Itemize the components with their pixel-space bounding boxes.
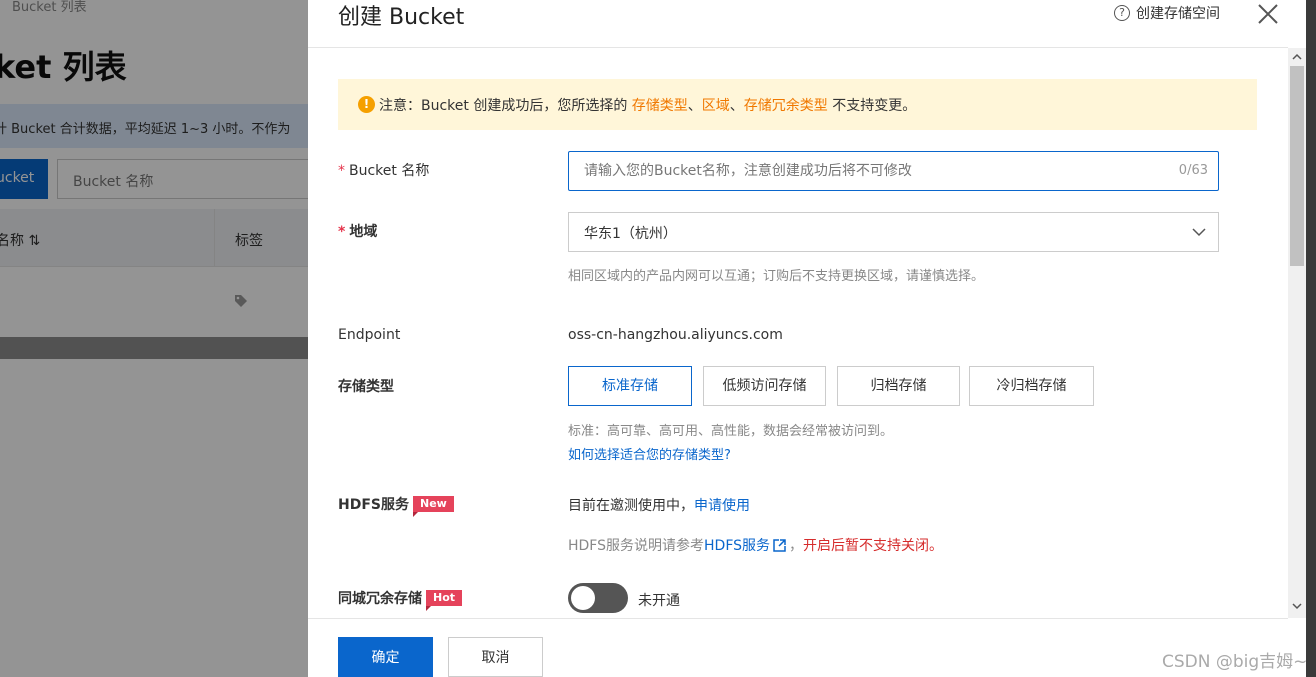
hot-badge: Hot <box>426 590 463 611</box>
cancel-button[interactable]: 取消 <box>448 637 543 677</box>
drawer-scrollbar[interactable] <box>1288 48 1306 618</box>
scroll-down-icon[interactable] <box>1292 601 1302 611</box>
drawer-header: 创建 Bucket ? 创建存储空间 <box>308 0 1288 48</box>
endpoint-value: oss-cn-hangzhou.aliyuncs.com <box>568 327 783 343</box>
warning-sep: 、 <box>729 98 744 114</box>
create-bucket-drawer: 创建 Bucket ? 创建存储空间 ! 注意：Bucket 创建成功后，您所选… <box>308 0 1316 677</box>
bucket-name-label: * Bucket 名称 <box>338 163 430 179</box>
storage-option-standard[interactable]: 标准存储 <box>568 366 692 406</box>
hdfs-doc-link[interactable]: HDFS服务 <box>704 538 770 554</box>
help-link[interactable]: ? 创建存储空间 <box>1114 3 1220 23</box>
zone-redundancy-label-text: 同城冗余存储 <box>338 591 422 607</box>
hdfs-note-sep: ， <box>789 538 804 554</box>
hdfs-label: HDFS服务 New <box>338 494 454 517</box>
background-page: Bucket 列表 ket 列表 计 Bucket 合计数据，平均延迟 1~3 … <box>0 0 308 677</box>
warning-prefix: 注意：Bucket 创建成功后，您所选择的 <box>379 98 632 114</box>
chevron-down-icon <box>1192 228 1206 237</box>
window-edge <box>1306 0 1316 677</box>
bucket-name-label-text: Bucket 名称 <box>349 163 430 179</box>
external-link-icon[interactable] <box>773 539 786 552</box>
storage-type-link[interactable]: 存储类型 <box>632 98 688 114</box>
hdfs-note: HDFS服务说明请参考HDFS服务 ，开启后暂不支持关闭。 <box>568 535 943 555</box>
zone-redundancy-label: 同城冗余存储 Hot <box>338 588 463 611</box>
help-label: 创建存储空间 <box>1136 6 1220 22</box>
hdfs-label-text: HDFS服务 <box>338 497 409 513</box>
close-icon[interactable] <box>1256 2 1280 26</box>
storage-class-help: 标准：高可靠、高可用、高性能，数据会经常被访问到。 <box>568 424 894 439</box>
modal-overlay[interactable] <box>0 0 308 677</box>
apply-link[interactable]: 申请使用 <box>694 498 750 514</box>
storage-class-guide-link[interactable]: 如何选择适合您的存储类型? <box>568 444 731 463</box>
storage-option-cold-archive[interactable]: 冷归档存储 <box>969 366 1094 406</box>
drawer-footer: 确定 取消 <box>308 618 1288 677</box>
region-link[interactable]: 区域 <box>702 98 730 114</box>
redundancy-link[interactable]: 存储冗余类型 <box>744 98 828 114</box>
warning-banner: ! 注意：Bucket 创建成功后，您所选择的 存储类型、区域、存储冗余类型 不… <box>338 79 1257 130</box>
region-help: 相同区域内的产品内网可以互通；订购后不支持更换区域，请谨慎选择。 <box>568 269 985 284</box>
endpoint-label: Endpoint <box>338 327 401 343</box>
region-label-text: 地域 <box>349 224 378 240</box>
scroll-up-icon[interactable] <box>1292 52 1302 62</box>
warning-text: 注意：Bucket 创建成功后，您所选择的 存储类型、区域、存储冗余类型 不支持… <box>379 95 916 115</box>
bucket-name-field[interactable]: 0/63 <box>568 151 1219 191</box>
toggle-knob <box>571 586 595 610</box>
confirm-button[interactable]: 确定 <box>338 637 433 677</box>
zone-redundancy-status: 未开通 <box>638 593 680 609</box>
scroll-thumb[interactable] <box>1290 66 1304 266</box>
hdfs-note-prefix: HDFS服务说明请参考 <box>568 538 705 554</box>
zone-redundancy-toggle[interactable] <box>568 583 628 613</box>
bucket-name-input[interactable] <box>569 152 1129 190</box>
drawer-title: 创建 Bucket <box>338 5 465 30</box>
warning-sep: 、 <box>687 98 702 114</box>
storage-class-label: 存储类型 <box>338 379 394 395</box>
storage-option-archive[interactable]: 归档存储 <box>837 366 960 406</box>
new-badge: New <box>412 496 454 517</box>
storage-option-ia[interactable]: 低频访问存储 <box>703 366 826 406</box>
warning-suffix: 不支持变更。 <box>827 98 917 114</box>
warning-icon: ! <box>358 96 375 113</box>
hdfs-warning: 开启后暂不支持关闭。 <box>803 538 944 554</box>
region-label: * 地域 <box>338 224 378 240</box>
question-icon: ? <box>1114 5 1130 21</box>
char-counter: 0/63 <box>1178 163 1208 178</box>
region-select[interactable]: 华东1（杭州） <box>568 212 1219 252</box>
watermark: CSDN @big吉姆~ <box>1162 652 1308 672</box>
hdfs-status: 目前在邀测使用中，申请使用 <box>568 495 750 515</box>
hdfs-status-text: 目前在邀测使用中， <box>568 498 694 514</box>
region-value: 华东1（杭州） <box>584 226 677 242</box>
